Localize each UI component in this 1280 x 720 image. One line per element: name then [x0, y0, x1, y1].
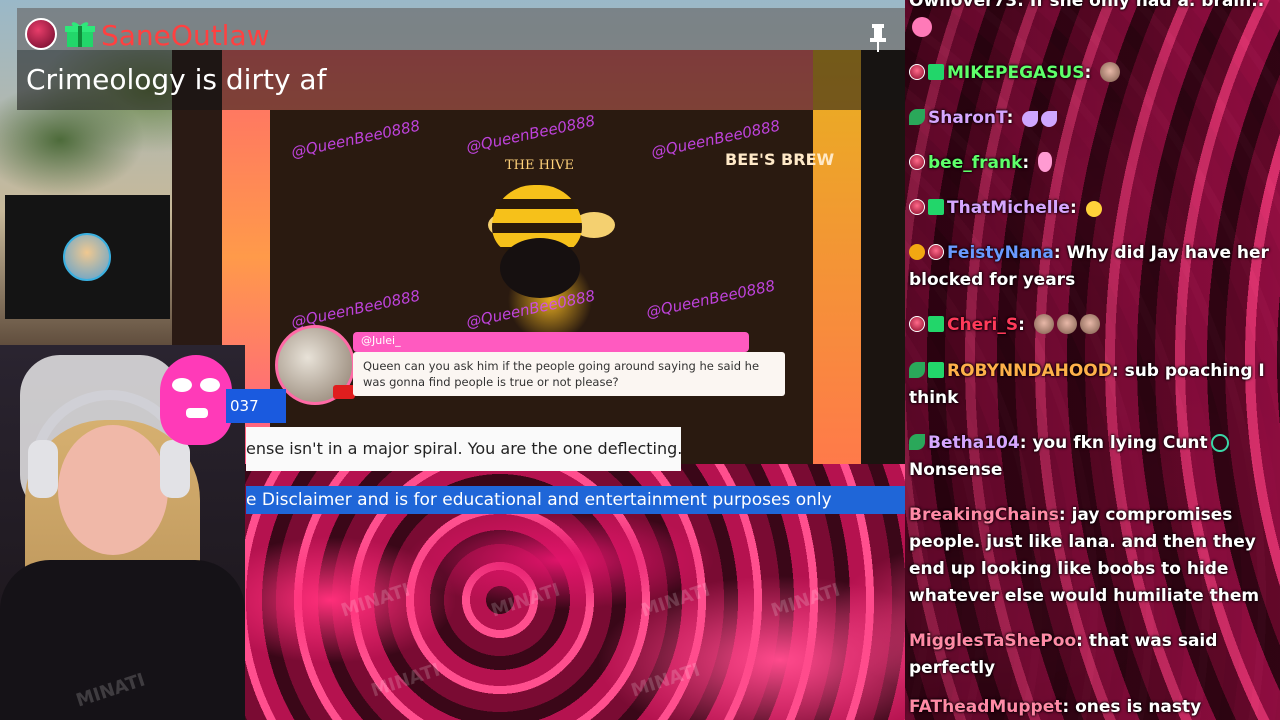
chat-username[interactable]: MIKEPEGASUS: [947, 63, 1085, 83]
stream-side-right: [861, 50, 905, 464]
crown-badge-icon: [909, 199, 925, 215]
ski-mask-eye: [200, 378, 220, 392]
bees-brew-sign: BEE'S BREW: [725, 150, 835, 169]
question-text: Queen can you ask him if the people goin…: [363, 359, 760, 389]
gift-badge-icon: [928, 362, 944, 378]
chat-username[interactable]: Owllover73: [909, 0, 1017, 11]
bee-shadow: [500, 238, 580, 298]
ski-mask-eye: [172, 378, 192, 392]
gift-badge-icon: [928, 199, 944, 215]
leaf-badge-icon: [909, 362, 925, 378]
youtube-icon: [333, 385, 355, 399]
headset-ear-right: [160, 440, 190, 498]
stream-side-right-strip: [813, 50, 861, 464]
chat-username[interactable]: ThatMichelle: [947, 198, 1070, 218]
popup-username: SaneOutlaw: [101, 19, 270, 52]
chat-username[interactable]: bee_frank: [928, 153, 1022, 173]
crown-badge-icon: [928, 244, 944, 260]
chat-username[interactable]: BreakingChains: [909, 505, 1059, 525]
chat-username[interactable]: SharonT: [928, 108, 1007, 128]
gift-icon: [65, 22, 95, 47]
chat-message: SharonT:: [909, 105, 1271, 132]
moon-emote-icon: [1041, 111, 1058, 127]
guest-avatar: [63, 233, 111, 281]
caption-quote: ense isn't in a major spiral. You are th…: [246, 427, 681, 471]
moon-emote-icon: [1022, 111, 1039, 127]
crown-badge-icon: [909, 64, 925, 80]
pin-icon[interactable]: [868, 24, 888, 52]
chat-panel: Owllover73: If she only had a. brain.. MI…: [905, 0, 1280, 720]
chat-message: BreakingChains: jay compromises people. …: [909, 505, 1260, 606]
brain-emote-icon: [912, 17, 932, 37]
chat-message: FeistyNana: Why did Jay have her blocked…: [909, 243, 1269, 290]
chat-message: Betha104: you fkn lying Cunt Nonsense: [909, 430, 1271, 484]
ski-mask-mouth: [186, 408, 208, 418]
leaf-badge-icon: [909, 434, 925, 450]
chat-text: you fkn lying Cunt: [1032, 433, 1208, 453]
chat-message: MIKEPEGASUS:: [909, 60, 1271, 87]
question-username: @Julei_: [361, 334, 401, 347]
face-emote-icon: [1100, 62, 1121, 82]
chat-message: ROBYNNDAHOOD: sub poaching I think: [909, 361, 1265, 408]
popup-user-badge: [25, 18, 57, 50]
chat-message: ThatMichelle:: [909, 195, 1271, 222]
chat-username[interactable]: MigglesTaShePoo: [909, 631, 1076, 651]
coin-badge-icon: [909, 244, 925, 260]
ski-mask-icon: [160, 355, 232, 445]
question-card: @Julei_ Queen can you ask him if the peo…: [275, 325, 785, 405]
smile-emote-icon: [1085, 201, 1102, 217]
face-emote-icon: [1033, 314, 1054, 334]
disclaimer-ticker: e Disclaimer and is for educational and …: [246, 486, 905, 514]
leaf-badge-icon: [909, 109, 925, 125]
bar-name: THE HIVE: [505, 158, 574, 173]
chat-username[interactable]: FATheadMuppet: [909, 697, 1062, 717]
gift-badge-icon: [928, 316, 944, 332]
popup-message: Crimeology is dirty af: [26, 63, 327, 96]
chat-username[interactable]: ROBYNNDAHOOD: [947, 361, 1112, 381]
chat-message: bee_frank:: [909, 150, 1271, 177]
chat-message: FATheadMuppet: ones is nasty: [909, 697, 1202, 717]
id-tag: 037: [226, 389, 286, 423]
chat-text: If she only had a. brain..: [1029, 0, 1265, 11]
chat-username[interactable]: FeistyNana: [947, 243, 1054, 263]
chat-message: MigglesTaShePoo: that was said perfectly: [909, 631, 1218, 678]
chat-text: ones is nasty: [1075, 697, 1202, 717]
face-emote-icon: [1079, 314, 1100, 334]
chat-text: Nonsense: [909, 460, 1003, 480]
bunny-emote-icon: [1038, 152, 1053, 172]
question-name-bar: [353, 332, 749, 352]
chat-message: Cheri_S:: [909, 312, 1271, 339]
gift-badge-icon: [928, 64, 944, 80]
chat-message: Owllover73: If she only had a. brain..: [909, 0, 1271, 42]
face-emote-icon: [1056, 314, 1077, 334]
swirl-emote-icon: [1210, 434, 1229, 452]
crown-badge-icon: [909, 154, 925, 170]
headset-ear-left: [28, 440, 58, 498]
chat-username[interactable]: Cheri_S: [947, 315, 1018, 335]
chat-username[interactable]: Betha104: [928, 433, 1020, 453]
crown-badge-icon: [909, 316, 925, 332]
